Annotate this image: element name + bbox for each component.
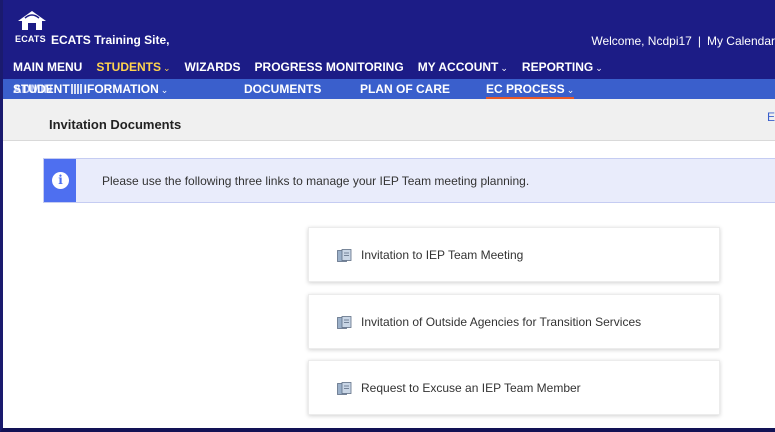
top-bar: ECATS ECATS Training Site, Welcome, Ncdp…	[3, 0, 775, 85]
alert-message: Please use the following three links to …	[102, 174, 530, 188]
welcome-area: Welcome, Ncdpi17 | My Calendar	[591, 34, 775, 48]
documents-icon	[337, 382, 352, 395]
sub-nav: ADMIN STUDENT IFORMATION ⌄ DOCUMENTS PLAN …	[3, 79, 775, 99]
info-alert: i Please use the following three links t…	[43, 158, 775, 203]
page-title: Invitation Documents	[49, 117, 182, 132]
subnav-plan-of-care[interactable]: PLAN OF CARE	[360, 82, 450, 96]
chevron-down-icon: ⌄	[160, 85, 169, 95]
request-excuse-member-link[interactable]: Request to Excuse an IEP Team Member	[308, 360, 720, 415]
site-name: ECATS Training Site,	[51, 33, 170, 47]
chevron-down-icon: ⌄	[500, 63, 508, 73]
card-label: Invitation of Outside Agencies for Trans…	[361, 315, 642, 329]
chevron-down-icon: ⌄	[163, 63, 171, 73]
info-icon: i	[52, 172, 69, 189]
nav-my-account[interactable]: MY ACCOUNT ⌄	[418, 60, 508, 78]
documents-icon	[337, 316, 352, 329]
nav-reporting[interactable]: REPORTING ⌄	[522, 60, 603, 78]
subnav-student-information[interactable]: STUDENT IFORMATION ⌄	[13, 82, 168, 96]
subnav-ec-process[interactable]: EC PROCESS ⌄	[486, 82, 575, 99]
nav-main-menu[interactable]: MAIN MENU	[13, 60, 82, 78]
nav-progress-monitoring[interactable]: PROGRESS MONITORING	[255, 60, 404, 78]
grid-icon	[70, 84, 83, 94]
chevron-down-icon: ⌄	[566, 85, 575, 95]
my-calendar-link[interactable]: My Calendar	[707, 34, 775, 48]
main-nav: MAIN MENU STUDENTS ⌄ WIZARDS PROGRESS MON…	[13, 60, 617, 81]
card-label: Invitation to IEP Team Meeting	[361, 248, 524, 262]
app-frame: ECATS ECATS Training Site, Welcome, Ncdp…	[0, 0, 775, 432]
ecats-logo-icon	[18, 11, 46, 30]
page-header: Invitation Documents E	[3, 99, 775, 141]
nav-wizards[interactable]: WIZARDS	[185, 60, 241, 78]
invitation-iep-meeting-link[interactable]: Invitation to IEP Team Meeting	[308, 227, 720, 282]
header-right-link[interactable]: E	[767, 110, 775, 124]
card-label: Request to Excuse an IEP Team Member	[361, 381, 581, 395]
documents-icon	[337, 249, 352, 262]
invitation-outside-agencies-link[interactable]: Invitation of Outside Agencies for Trans…	[308, 294, 720, 349]
separator: |	[697, 34, 701, 48]
logo-text: ECATS	[15, 34, 46, 44]
chevron-down-icon: ⌄	[595, 63, 603, 73]
nav-students[interactable]: STUDENTS ⌄	[96, 60, 171, 81]
subnav-documents[interactable]: DOCUMENTS	[244, 82, 321, 96]
welcome-text: Welcome, Ncdpi17	[591, 34, 692, 48]
